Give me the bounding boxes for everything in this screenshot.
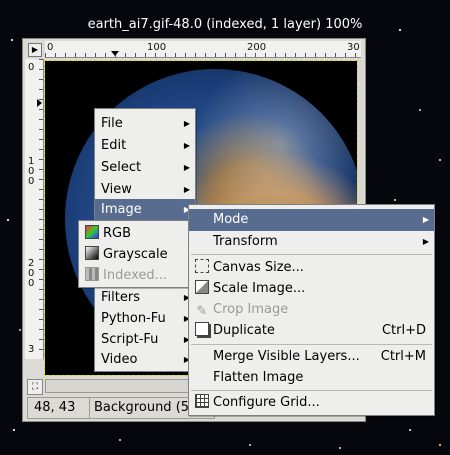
menu-separator [191,344,432,345]
image-submenu: Mode ▶ Transform ▶ Canvas Size... Scale Im… [188,204,435,416]
menu-item-scale-image[interactable]: Scale Image... [189,278,434,300]
menu-item-python-fu[interactable]: Python-Fu ▶ [95,308,195,330]
menu-item-script-fu[interactable]: Script-Fu ▶ [95,329,195,351]
horizontal-ruler[interactable]: 0 100 200 30 [45,41,361,58]
mode-submenu: RGB Grayscale Indexed... [78,220,192,288]
ruler-tick-label: 1 0 0 [28,156,35,187]
window-title: earth_ai7.gif-48.0 (indexed, 1 layer) 10… [87,17,363,32]
grid-icon [195,394,209,408]
ruler-tick-label: 2 0 0 [28,258,35,289]
submenu-arrow-icon: ▶ [422,237,429,246]
menu-item-video[interactable]: Video ▶ [95,349,195,371]
submenu-arrow-icon: ▶ [183,119,190,128]
vertical-ruler[interactable]: 0 1 0 0 2 0 0 3 [25,59,44,359]
menu-item-duplicate[interactable]: Duplicate Ctrl+D [189,320,434,342]
submenu-arrow-icon: ▶ [183,185,190,194]
menu-item-image[interactable]: Image ▶ [95,199,195,221]
rgb-icon [85,225,99,239]
menu-separator [191,254,432,255]
ruler-tick-label: 30 [347,42,360,53]
navigate-icon[interactable]: ⛶ [27,379,43,395]
shortcut-label: Ctrl+D [381,323,426,338]
ruler-tick-label: 3 [28,344,35,355]
menu-item-view[interactable]: View ▶ [95,179,195,201]
grayscale-icon [85,246,99,260]
menu-item-file[interactable]: File ▶ [95,113,195,135]
submenu-arrow-icon: ▶ [183,163,190,172]
submenu-arrow-icon: ▶ [183,141,190,150]
indexed-icon [85,267,99,281]
scale-image-icon [195,280,209,294]
menu-item-mode[interactable]: Mode ▶ [189,209,434,231]
menu-item-select[interactable]: Select ▶ [95,157,195,179]
menu-item-filters[interactable]: Filters ▶ [95,287,195,309]
pointer-coordinates: 48, 43 [27,397,93,419]
menu-item-grayscale[interactable]: Grayscale [79,244,191,266]
ruler-tick-label: 0 [28,62,35,73]
canvas-size-icon [195,259,209,273]
crop-icon: ✎ [196,304,208,319]
submenu-arrow-icon: ▶ [422,215,429,224]
menu-item-canvas-size[interactable]: Canvas Size... [189,257,434,279]
ruler-tick-label: 200 [247,42,267,53]
menu-item-edit[interactable]: Edit ▶ [95,135,195,157]
menu-item-merge-visible-layers[interactable]: Merge Visible Layers... Ctrl+M [189,346,434,368]
menu-item-transform[interactable]: Transform ▶ [189,231,434,253]
menu-item-indexed[interactable]: Indexed... [79,265,191,287]
ruler-pointer-icon [111,51,119,56]
menu-arrow-button[interactable]: ▶ [28,43,42,57]
ruler-pointer-icon [37,99,42,107]
ruler-tick-label: 100 [147,42,167,53]
menu-item-rgb[interactable]: RGB [79,223,191,245]
menu-item-flatten-image[interactable]: Flatten Image [189,367,434,389]
menu-item-crop-image[interactable]: ✎ Crop Image [189,299,434,321]
menu-separator [191,390,432,391]
menu-item-configure-grid[interactable]: Configure Grid... [189,392,434,414]
duplicate-icon [195,322,209,336]
shortcut-label: Ctrl+M [380,349,426,364]
ruler-tick-label: 0 [47,42,54,53]
